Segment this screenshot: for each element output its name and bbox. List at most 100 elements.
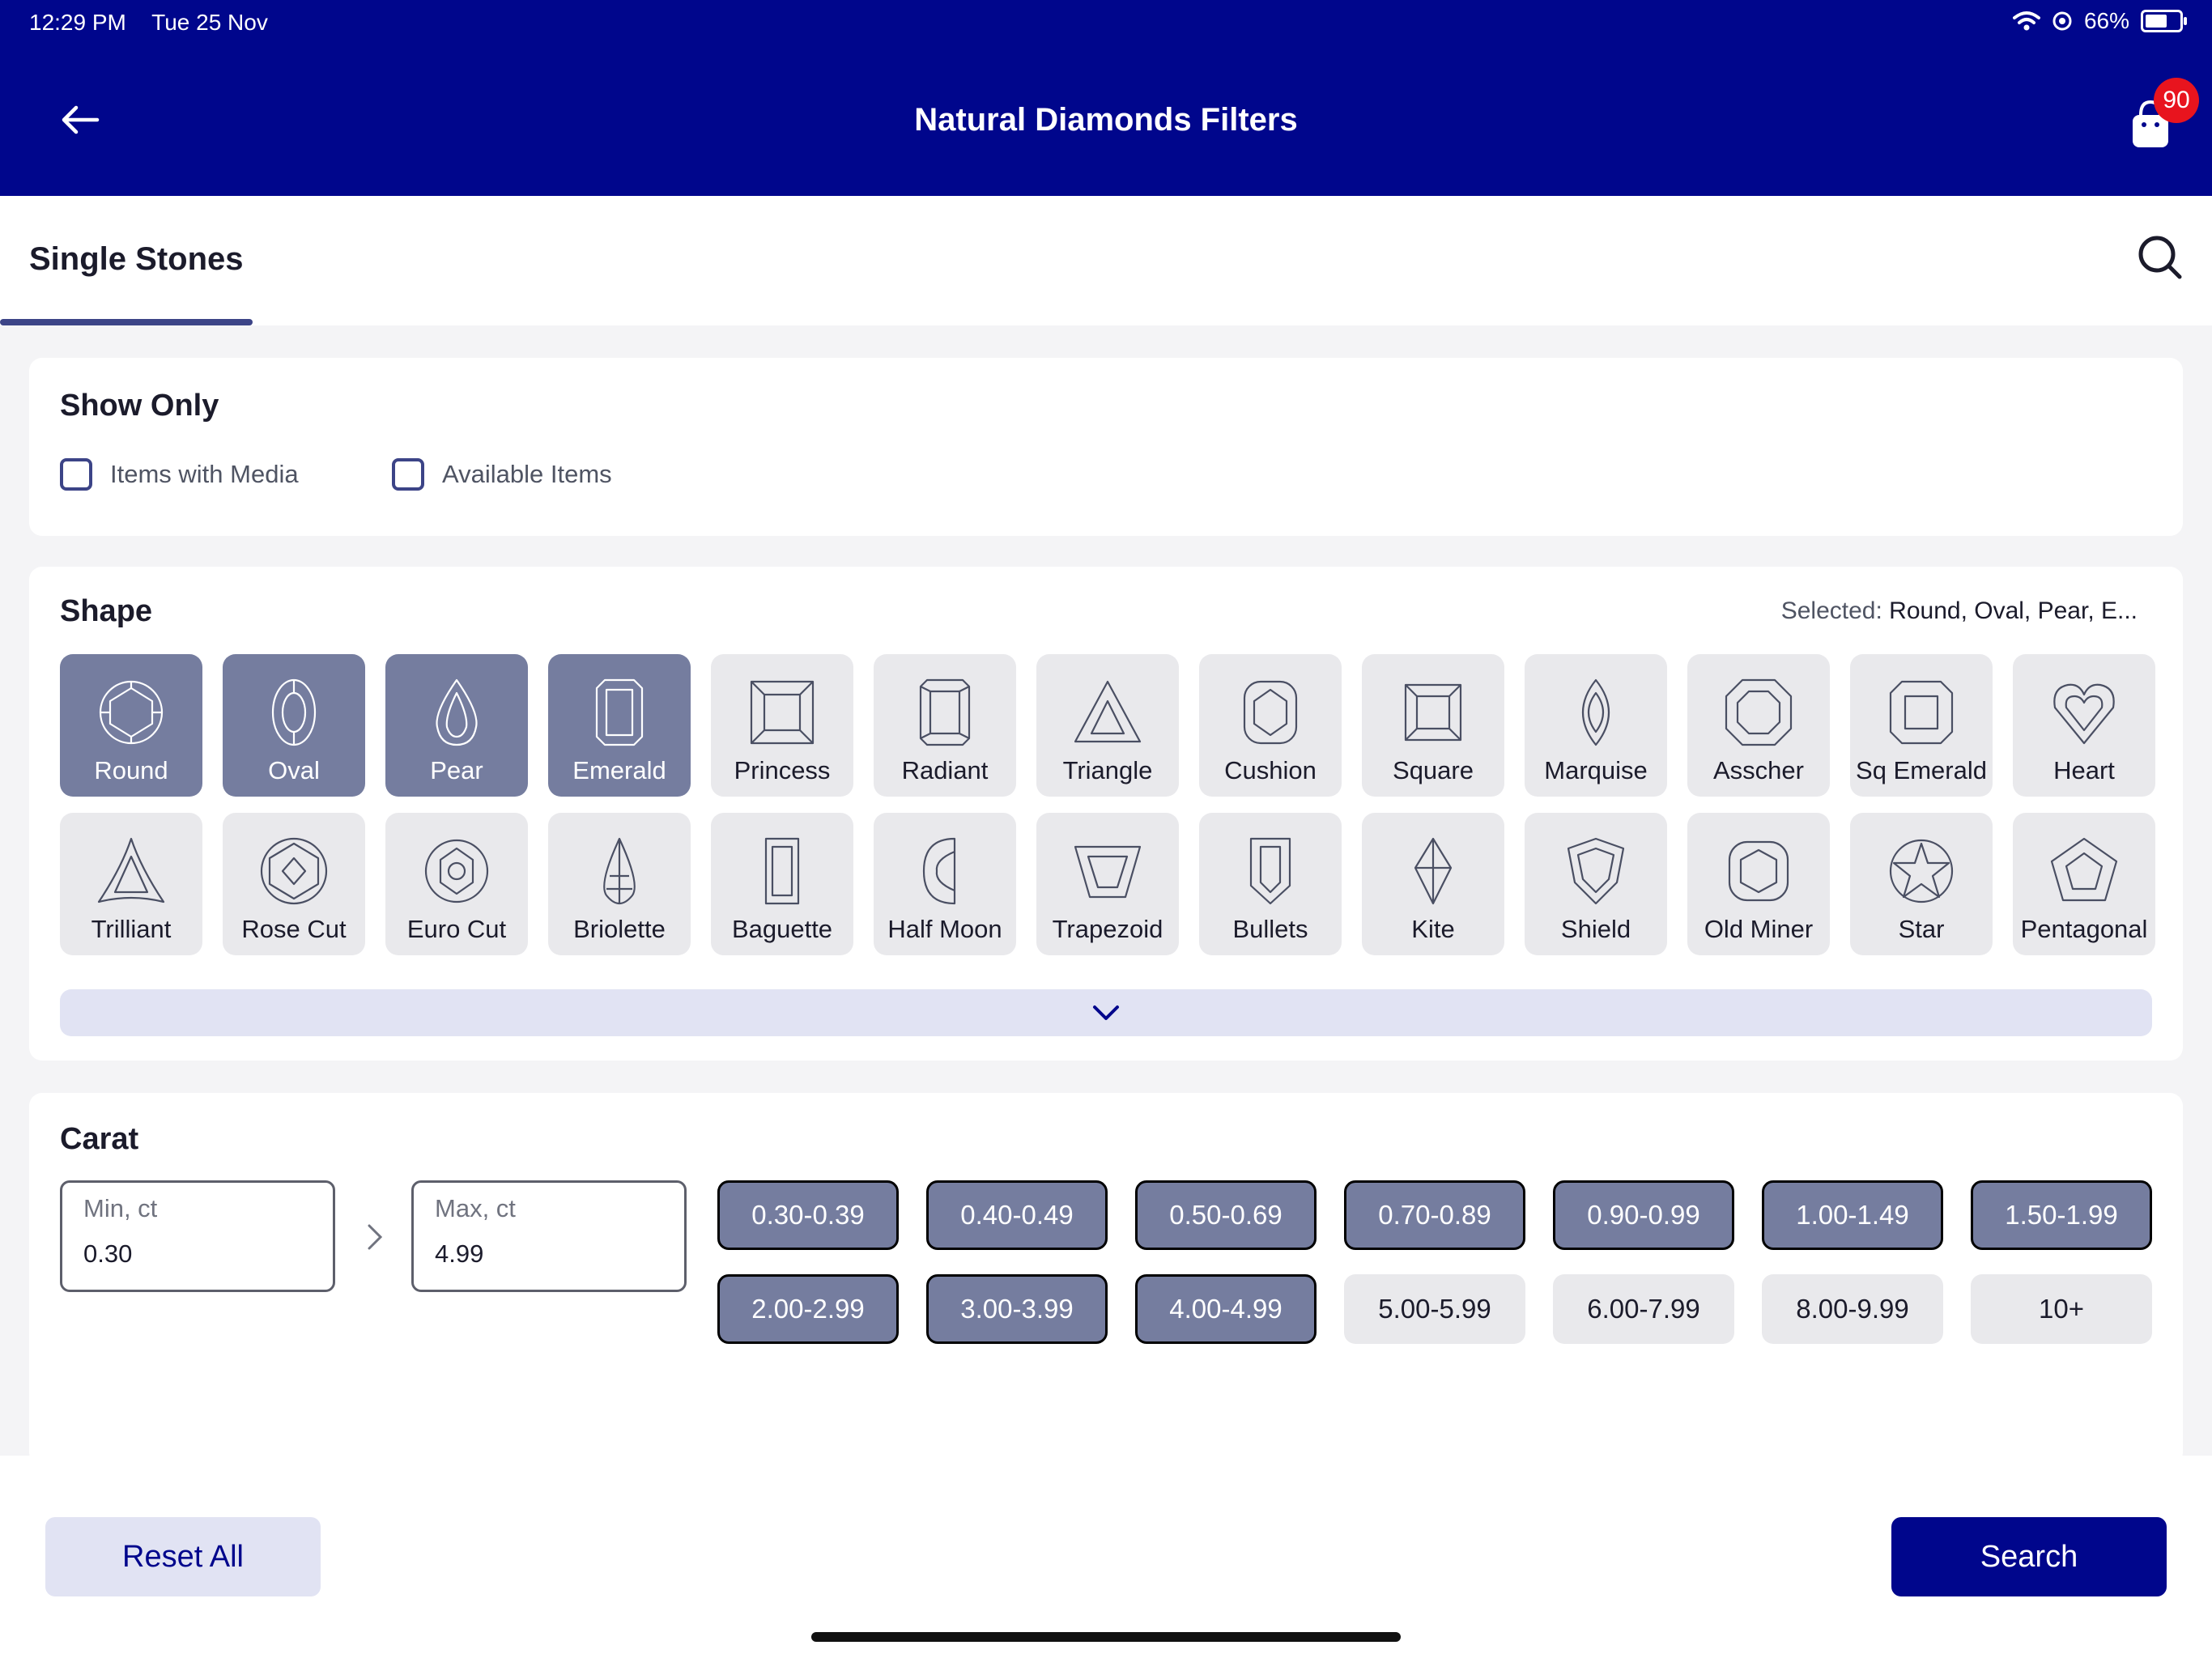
shape-tile-half-moon[interactable]: Half Moon bbox=[874, 813, 1016, 955]
carat-chip[interactable]: 0.50-0.69 bbox=[1135, 1180, 1317, 1250]
shape-label: Pentagonal bbox=[2020, 915, 2148, 943]
shape-label: Baguette bbox=[731, 915, 833, 943]
carat-chip[interactable]: 1.00-1.49 bbox=[1762, 1180, 1943, 1250]
carat-chip[interactable]: 5.00-5.99 bbox=[1344, 1274, 1525, 1344]
shape-tile-rose-cut[interactable]: Rose Cut bbox=[223, 813, 365, 955]
shape-label: Emerald bbox=[572, 756, 666, 784]
shape-tile-bullets[interactable]: Bullets bbox=[1199, 813, 1342, 955]
carat-chip[interactable]: 3.00-3.99 bbox=[926, 1274, 1108, 1344]
marquise-diamond-icon bbox=[1581, 678, 1610, 746]
checkbox-items-with-media[interactable]: Items with Media bbox=[60, 458, 299, 491]
shape-tile-shield[interactable]: Shield bbox=[1525, 813, 1667, 955]
checkbox-box[interactable] bbox=[392, 458, 424, 491]
tab-single-stones[interactable]: Single Stones bbox=[29, 241, 244, 278]
carat-chip[interactable]: 0.40-0.49 bbox=[926, 1180, 1108, 1250]
active-tab-indicator bbox=[0, 319, 253, 325]
shape-tile-sq-emerald[interactable]: Sq Emerald bbox=[1850, 654, 1993, 797]
selected-value: Round, Oval, Pear, E... bbox=[1889, 597, 2138, 624]
shape-tile-princess[interactable]: Princess bbox=[711, 654, 853, 797]
pear-diamond-icon bbox=[436, 678, 478, 746]
shape-tile-trapezoid[interactable]: Trapezoid bbox=[1036, 813, 1179, 955]
star-diamond-icon bbox=[1889, 839, 1954, 903]
reset-all-button[interactable]: Reset All bbox=[45, 1517, 321, 1596]
carat-chip[interactable]: 0.70-0.89 bbox=[1344, 1180, 1525, 1250]
shape-tile-marquise[interactable]: Marquise bbox=[1525, 654, 1667, 797]
shape-label: Marquise bbox=[1544, 756, 1648, 784]
shape-selected-summary: Selected: Round, Oval, Pear, E... bbox=[1781, 597, 2138, 625]
kite-diamond-icon bbox=[1414, 837, 1453, 905]
carat-chip[interactable]: 6.00-7.99 bbox=[1553, 1274, 1734, 1344]
min-carat-label: Min, ct bbox=[83, 1194, 158, 1222]
shape-tile-heart[interactable]: Heart bbox=[2013, 654, 2155, 797]
cart-count-badge: 90 bbox=[2154, 78, 2199, 123]
shape-tile-baguette[interactable]: Baguette bbox=[711, 813, 853, 955]
heart-diamond-icon bbox=[2053, 683, 2115, 745]
chevron-right-icon bbox=[368, 1224, 383, 1250]
trapezoid-diamond-icon bbox=[1074, 845, 1142, 899]
princess-diamond-icon bbox=[750, 680, 815, 745]
shape-tile-round[interactable]: Round bbox=[60, 654, 202, 797]
search-icon[interactable] bbox=[2134, 232, 2186, 283]
shield-diamond-icon bbox=[1567, 837, 1625, 905]
carat-chip[interactable]: 10+ bbox=[1971, 1274, 2152, 1344]
shape-tile-briolette[interactable]: Briolette bbox=[548, 813, 691, 955]
shape-tile-pentagonal[interactable]: Pentagonal bbox=[2013, 813, 2155, 955]
shape-tile-triangle[interactable]: Triangle bbox=[1036, 654, 1179, 797]
shape-label: Asscher bbox=[1713, 756, 1804, 784]
shape-label: Kite bbox=[1411, 915, 1455, 943]
status-bar-left: 12:29 PM Tue 25 Nov bbox=[29, 10, 287, 36]
pentagonal-diamond-icon bbox=[2050, 837, 2118, 902]
carat-chip[interactable]: 2.00-2.99 bbox=[717, 1274, 899, 1344]
carat-chip[interactable]: 4.00-4.99 bbox=[1135, 1274, 1317, 1344]
carat-range-chips: 0.30-0.39 0.40-0.49 0.50-0.69 0.70-0.89 0.90… bbox=[717, 1180, 2152, 1344]
shape-tile-old-miner[interactable]: Old Miner bbox=[1687, 813, 1830, 955]
shape-tile-emerald[interactable]: Emerald bbox=[548, 654, 691, 797]
home-indicator bbox=[811, 1632, 1401, 1642]
shape-tile-radiant[interactable]: Radiant bbox=[874, 654, 1016, 797]
half-moon-diamond-icon bbox=[922, 837, 956, 905]
shape-label: Trilliant bbox=[91, 915, 172, 943]
max-carat-value[interactable]: 4.99 bbox=[435, 1239, 483, 1269]
min-carat-field[interactable]: Min, ct 0.30 bbox=[60, 1180, 335, 1292]
checkbox-available-items[interactable]: Available Items bbox=[392, 458, 612, 491]
carat-chip[interactable]: 1.50-1.99 bbox=[1971, 1180, 2152, 1250]
shape-label: Princess bbox=[734, 756, 831, 784]
shape-tile-pear[interactable]: Pear bbox=[385, 654, 528, 797]
shape-label: Triangle bbox=[1062, 756, 1153, 784]
shape-tile-cushion[interactable]: Cushion bbox=[1199, 654, 1342, 797]
shape-tile-oval[interactable]: Oval bbox=[223, 654, 365, 797]
bullets-diamond-icon bbox=[1249, 837, 1291, 905]
carat-title: Carat bbox=[60, 1122, 139, 1156]
min-carat-value[interactable]: 0.30 bbox=[83, 1239, 132, 1269]
shape-label: Pear bbox=[430, 756, 483, 784]
shape-tile-trilliant[interactable]: Trilliant bbox=[60, 813, 202, 955]
carat-chip[interactable]: 0.30-0.39 bbox=[717, 1180, 899, 1250]
app-header bbox=[0, 0, 2212, 196]
status-date: Tue 25 Nov bbox=[151, 10, 268, 35]
shape-title: Shape bbox=[60, 594, 153, 628]
show-only-title: Show Only bbox=[60, 389, 219, 423]
square-diamond-icon bbox=[1404, 683, 1462, 742]
shape-label: Round bbox=[94, 756, 168, 784]
selected-label: Selected: bbox=[1780, 597, 1882, 624]
checkbox-box[interactable] bbox=[60, 458, 92, 491]
page-title: Natural Diamonds Filters bbox=[914, 102, 1298, 138]
shape-label: Old Miner bbox=[1704, 915, 1814, 943]
oval-diamond-icon bbox=[271, 678, 317, 746]
shape-tile-kite[interactable]: Kite bbox=[1362, 813, 1504, 955]
carat-chip[interactable]: 0.90-0.99 bbox=[1553, 1180, 1734, 1250]
shape-tile-asscher[interactable]: Asscher bbox=[1687, 654, 1830, 797]
briolette-diamond-icon bbox=[603, 837, 636, 905]
shape-tile-euro-cut[interactable]: Euro Cut bbox=[385, 813, 528, 955]
shape-tile-star[interactable]: Star bbox=[1850, 813, 1993, 955]
expand-shapes-button[interactable] bbox=[60, 989, 2152, 1036]
show-only-card bbox=[29, 358, 2183, 536]
footer-bar bbox=[0, 1456, 2212, 1658]
battery-icon bbox=[2141, 10, 2187, 32]
shape-label: Trapezoid bbox=[1052, 915, 1163, 943]
max-carat-field[interactable]: Max, ct 4.99 bbox=[411, 1180, 687, 1292]
carat-chip[interactable]: 8.00-9.99 bbox=[1762, 1274, 1943, 1344]
shape-grid: Round Oval Pear Emerald Princess Radiant Trian… bbox=[60, 654, 2155, 955]
shape-tile-square[interactable]: Square bbox=[1362, 654, 1504, 797]
search-button[interactable]: Search bbox=[1891, 1517, 2167, 1596]
